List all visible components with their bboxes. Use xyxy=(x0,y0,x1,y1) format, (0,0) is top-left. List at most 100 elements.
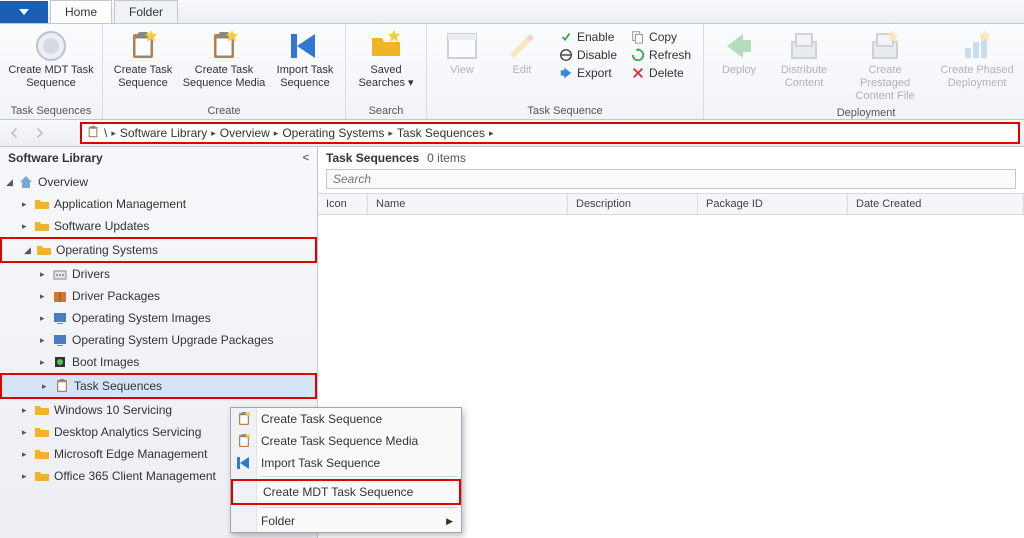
table-header: Icon Name Description Package ID Date Cr… xyxy=(318,193,1024,215)
context-menu-folder[interactable]: Folder▶ xyxy=(231,510,461,532)
expander-icon[interactable]: ▸ xyxy=(22,445,34,463)
expander-icon[interactable]: ▸ xyxy=(40,309,52,327)
tree-item-overview[interactable]: ◢Overview xyxy=(0,171,317,193)
home-icon xyxy=(18,174,34,190)
tab-home[interactable]: Home xyxy=(50,0,112,23)
tree-item-label: Boot Images xyxy=(72,353,139,371)
osimg-icon xyxy=(52,332,68,348)
expander-icon[interactable]: ▸ xyxy=(40,353,52,371)
tree-item-application-management[interactable]: ▸Application Management xyxy=(0,193,317,215)
export-icon xyxy=(559,66,573,80)
context-menu-separator xyxy=(259,507,457,508)
folder-icon xyxy=(36,242,52,258)
folder-star-icon xyxy=(370,30,402,62)
create-task-sequence-button[interactable]: Create Task Sequence xyxy=(109,26,177,94)
breadcrumb-software-library[interactable]: Software Library xyxy=(120,126,207,140)
content-header: Task Sequences 0 items xyxy=(318,147,1024,169)
sidebar-header: Software Library < xyxy=(0,147,317,169)
expander-icon[interactable]: ▸ xyxy=(22,401,34,419)
mdt-icon xyxy=(35,30,67,62)
expander-icon[interactable]: ▸ xyxy=(22,217,34,235)
tab-strip: Home Folder xyxy=(0,0,1024,24)
none-icon xyxy=(238,484,254,500)
disable-icon xyxy=(559,48,573,62)
app-menu-dropdown[interactable] xyxy=(0,1,48,23)
breadcrumb-operating-systems[interactable]: Operating Systems xyxy=(282,126,384,140)
osimg-icon xyxy=(52,310,68,326)
tree-item-driver-packages[interactable]: ▸ Driver Packages xyxy=(0,285,317,307)
context-menu-create-mdt-task-sequence[interactable]: Create MDT Task Sequence xyxy=(231,479,461,505)
create-prestaged-file-button[interactable]: Create Prestaged Content File xyxy=(840,26,930,107)
tree-item-label: Desktop Analytics Servicing xyxy=(54,423,201,441)
search-input[interactable] xyxy=(326,169,1016,189)
create-phased-deployment-button[interactable]: Create Phased Deployment xyxy=(932,26,1022,94)
clipboard-icon xyxy=(54,378,70,394)
import-task-sequence-button[interactable]: Import Task Sequence xyxy=(271,26,339,94)
saved-searches-button[interactable]: Saved Searches ▾ xyxy=(352,26,420,94)
clipboard-icon xyxy=(236,411,252,427)
pkg-icon xyxy=(52,288,68,304)
item-count: 0 items xyxy=(427,151,466,165)
edit-button[interactable]: Edit xyxy=(493,26,551,81)
context-menu-label: Import Task Sequence xyxy=(261,456,380,470)
expander-icon[interactable]: ▸ xyxy=(40,287,52,305)
tree-item-task-sequences[interactable]: ▸ Task Sequences xyxy=(0,373,317,399)
ribbon-group-task-sequence: View Edit Enable Disable Export Copy Ref… xyxy=(427,24,704,119)
breadcrumb[interactable]: \ ▸ Software Library ▸ Overview ▸ Operat… xyxy=(80,122,1020,144)
view-button[interactable]: View xyxy=(433,26,491,81)
tree-item-operating-system-images[interactable]: ▸Operating System Images xyxy=(0,307,317,329)
expander-icon[interactable]: ◢ xyxy=(6,173,18,191)
context-menu-create-task-sequence-media[interactable]: Create Task Sequence Media xyxy=(231,430,461,452)
deploy-button[interactable]: Deploy xyxy=(710,26,768,81)
distribute-content-button[interactable]: Distribute Content xyxy=(770,26,838,94)
copy-icon xyxy=(631,30,645,44)
column-package-id[interactable]: Package ID xyxy=(698,194,848,214)
prestaged-icon xyxy=(869,30,901,62)
expander-icon[interactable]: ▸ xyxy=(40,265,52,283)
column-date-created[interactable]: Date Created xyxy=(848,194,1024,214)
context-menu-label: Folder xyxy=(261,514,295,528)
tree-item-label: Task Sequences xyxy=(74,377,162,395)
column-name[interactable]: Name xyxy=(368,194,568,214)
expander-icon[interactable]: ▸ xyxy=(42,377,54,395)
nav-back-button[interactable] xyxy=(4,123,26,143)
breadcrumb-overview[interactable]: Overview xyxy=(220,126,270,140)
breadcrumb-root[interactable]: \ xyxy=(104,126,107,140)
create-task-sequence-media-button[interactable]: Create Task Sequence Media xyxy=(179,26,269,94)
nav-forward-button[interactable] xyxy=(28,123,50,143)
expander-icon[interactable]: ▸ xyxy=(22,195,34,213)
expander-icon[interactable]: ▸ xyxy=(22,467,34,485)
tree-item-operating-system-upgrade-packages[interactable]: ▸ Operating System Upgrade Packages xyxy=(0,329,317,351)
enable-button[interactable]: Enable xyxy=(553,28,623,46)
export-button[interactable]: Export xyxy=(553,64,623,82)
disable-button[interactable]: Disable xyxy=(553,46,623,64)
context-menu-create-task-sequence[interactable]: Create Task Sequence xyxy=(231,408,461,430)
context-menu-label: Create Task Sequence Media xyxy=(261,434,418,448)
tree-item-drivers[interactable]: ▸Drivers xyxy=(0,263,317,285)
column-icon[interactable]: Icon xyxy=(318,194,368,214)
sidebar-collapse-button[interactable]: < xyxy=(303,152,309,164)
tree-item-boot-images[interactable]: ▸ Boot Images xyxy=(0,351,317,373)
tree-item-software-updates[interactable]: ▸ Software Updates xyxy=(0,215,317,237)
delete-button[interactable]: Delete xyxy=(625,64,697,82)
folder-icon xyxy=(34,402,50,418)
create-mdt-task-sequence-button[interactable]: Create MDT Task Sequence xyxy=(6,26,96,94)
deploy-icon xyxy=(723,30,755,62)
view-icon xyxy=(446,30,478,62)
tree-item-label: Windows 10 Servicing xyxy=(54,401,172,419)
tree-item-label: Driver Packages xyxy=(72,287,160,305)
tab-folder[interactable]: Folder xyxy=(114,0,178,23)
copy-button[interactable]: Copy xyxy=(625,28,697,46)
expander-icon[interactable]: ▸ xyxy=(40,331,52,349)
tree-item-label: Operating System Upgrade Packages xyxy=(72,331,273,349)
refresh-button[interactable]: Refresh xyxy=(625,46,697,64)
clipboard-media-icon xyxy=(208,30,240,62)
column-description[interactable]: Description xyxy=(568,194,698,214)
expander-icon[interactable]: ▸ xyxy=(22,423,34,441)
tree-item-operating-systems[interactable]: ◢ Operating Systems xyxy=(0,237,317,263)
tree-item-label: Software Updates xyxy=(54,217,149,235)
breadcrumb-task-sequences[interactable]: Task Sequences xyxy=(397,126,485,140)
tree-item-label: Operating Systems xyxy=(56,241,158,259)
context-menu-import-task-sequence[interactable]: Import Task Sequence xyxy=(231,452,461,474)
expander-icon[interactable]: ◢ xyxy=(24,241,36,259)
